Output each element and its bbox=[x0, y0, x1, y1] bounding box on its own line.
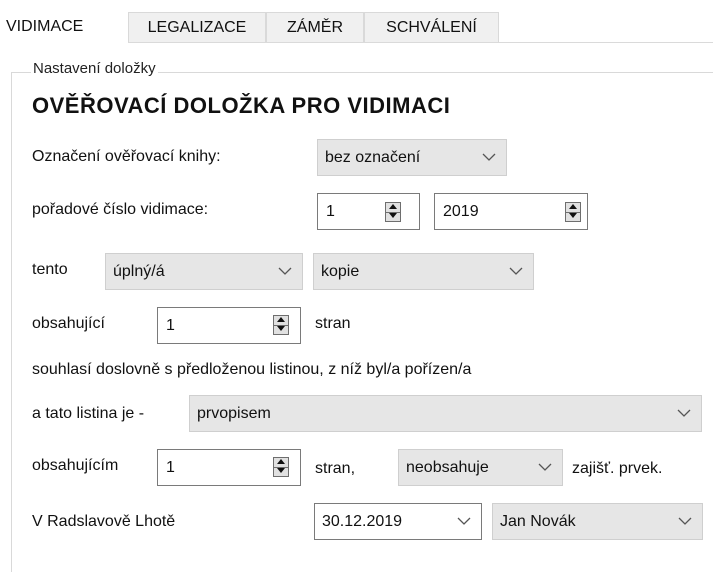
place-label: V Radslavově Lhotě bbox=[32, 513, 176, 530]
person-value: Jan Novák bbox=[500, 512, 576, 530]
containing-label: obsahující bbox=[32, 315, 105, 332]
person-select[interactable]: Jan Novák bbox=[492, 503, 703, 540]
containing-source-label: obsahujícím bbox=[32, 457, 119, 474]
sequence-number-stepper[interactable]: 1 bbox=[317, 193, 420, 230]
chevron-down-icon bbox=[482, 153, 496, 161]
tab-schvaleni[interactable]: SCHVÁLENÍ bbox=[364, 12, 499, 42]
sequence-number-value: 1 bbox=[326, 202, 335, 220]
source-document-label: a tato listina je - bbox=[32, 405, 145, 422]
tab-vidimace[interactable]: VIDIMACE bbox=[0, 8, 128, 44]
groupbox-label: Nastavení doložky bbox=[31, 60, 158, 77]
spin-down-icon[interactable] bbox=[274, 325, 288, 334]
document-type-select[interactable]: kopie bbox=[313, 253, 534, 290]
tab-legalizace[interactable]: LEGALIZACE bbox=[128, 12, 266, 42]
tab-bar: VIDIMACE LEGALIZACE ZÁMĚR SCHVÁLENÍ bbox=[0, 0, 713, 44]
document-type-value: kopie bbox=[321, 262, 360, 280]
tento-label: tento bbox=[32, 261, 68, 278]
source-document-select[interactable]: prvopisem bbox=[189, 395, 702, 432]
book-marking-value: bez označení bbox=[325, 148, 421, 166]
copy-pages-spin-buttons[interactable] bbox=[273, 315, 289, 335]
completeness-value: úplný/á bbox=[113, 262, 165, 280]
sequence-year-spin-buttons[interactable] bbox=[565, 202, 581, 222]
page-title: OVĚŘOVACÍ DOLOŽKA PRO VIDIMACI bbox=[32, 93, 451, 118]
spin-down-icon[interactable] bbox=[386, 212, 400, 221]
chevron-down-icon bbox=[677, 409, 691, 417]
agreement-statement: souhlasí doslovně s předloženou listinou… bbox=[32, 361, 472, 378]
source-pages-spin-buttons[interactable] bbox=[273, 457, 289, 477]
book-marking-label: Označení ověřovací knihy: bbox=[32, 148, 221, 165]
book-marking-select[interactable]: bez označení bbox=[317, 139, 507, 176]
completeness-select[interactable]: úplný/á bbox=[105, 253, 303, 290]
spin-down-icon[interactable] bbox=[566, 212, 580, 221]
chevron-down-icon bbox=[278, 267, 292, 275]
source-document-value: prvopisem bbox=[197, 404, 271, 422]
calendar-dropdown-icon[interactable] bbox=[457, 517, 471, 525]
security-feature-suffix: zajišť. prvek. bbox=[572, 460, 663, 477]
security-feature-select[interactable]: neobsahuje bbox=[398, 449, 563, 486]
source-pages-suffix: stran, bbox=[315, 460, 356, 477]
tab-zamer[interactable]: ZÁMĚR bbox=[266, 12, 364, 42]
chevron-down-icon bbox=[538, 463, 552, 471]
chevron-down-icon bbox=[509, 267, 523, 275]
sequence-number-spin-buttons[interactable] bbox=[385, 202, 401, 222]
date-picker[interactable]: 30.12.2019 bbox=[314, 503, 482, 540]
sequence-number-label: pořadové číslo vidimace: bbox=[32, 201, 209, 218]
spin-down-icon[interactable] bbox=[274, 467, 288, 476]
pages-suffix-label: stran bbox=[315, 315, 351, 332]
chevron-down-icon bbox=[678, 517, 692, 525]
